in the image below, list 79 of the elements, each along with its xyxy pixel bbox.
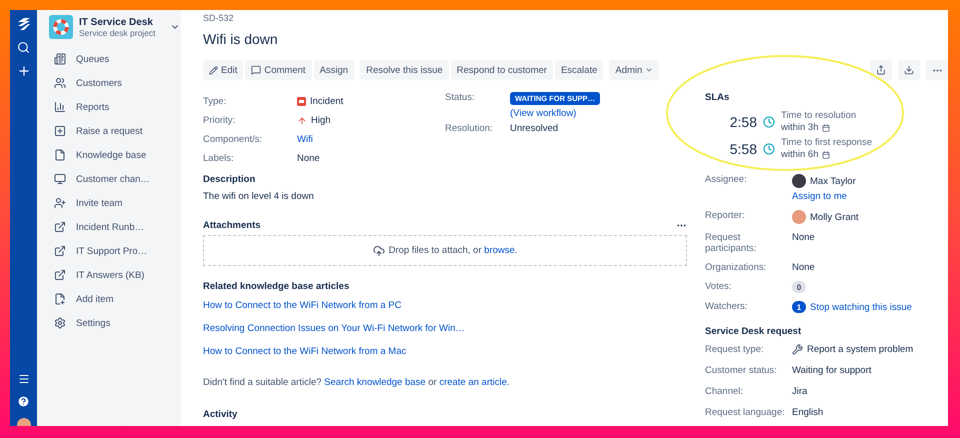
field-value: None: [792, 262, 815, 273]
field-label: Channel:: [705, 386, 744, 397]
description-text: The wifi on level 4 is down: [203, 191, 315, 202]
toolbar-button[interactable]: Assign: [314, 60, 354, 80]
sidebar-item[interactable]: IT Answers (KB): [49, 263, 181, 287]
stop-watching-link[interactable]: Stop watching this issue: [810, 302, 912, 312]
person-name: Max Taylor: [792, 174, 856, 188]
field-label: Request language:: [705, 407, 786, 418]
issue-key[interactable]: SD-532: [203, 13, 234, 23]
section-heading: Related knowledge base articles: [203, 281, 350, 292]
sidebar-item[interactable]: Raise a request: [49, 119, 181, 143]
toolbar-button[interactable]: Respond to customer: [450, 60, 553, 80]
sidebar-item[interactable]: Customers: [49, 71, 181, 95]
suggestion-text: Didn't find a suitable article? Search knowledge base or create an article.: [203, 377, 511, 388]
sla-time: 5:58: [728, 140, 757, 156]
watcher-count: 1: [792, 301, 806, 313]
field-label: Assignee:: [705, 174, 748, 185]
sidebar-item[interactable]: Incident Runb…: [49, 215, 181, 239]
field-value: Unresolved: [510, 123, 558, 134]
field-label: Reporter:: [705, 210, 746, 221]
component-link[interactable]: Wifi: [297, 134, 313, 145]
section-heading: SLAs: [705, 92, 730, 103]
drop-zone[interactable]: Drop files to attach, or browse.: [203, 235, 687, 266]
edit-button[interactable]: Edit: [203, 60, 244, 80]
section-heading: Attachments: [203, 220, 261, 231]
sidebar-item[interactable]: Queues: [49, 47, 181, 71]
field-label: Request participants:: [705, 232, 758, 254]
vote-count: 0: [792, 281, 806, 293]
view-workflow-link[interactable]: (View workflow): [510, 108, 600, 119]
field-label: Type:: [203, 96, 228, 107]
field-label: Resolution:: [445, 123, 494, 134]
sidebar-item[interactable]: Customer chan…: [49, 167, 181, 191]
assign-link[interactable]: Assign to me: [792, 191, 856, 202]
sidebar-item[interactable]: Knowledge base: [49, 143, 181, 167]
create-article-link[interactable]: create an article: [439, 377, 507, 388]
project-type: Service desk project: [79, 28, 156, 38]
sla-time: 2:58: [728, 114, 757, 130]
field-value: Jira: [792, 386, 808, 397]
sla-target: within 3h: [781, 122, 818, 133]
admin-menu-button[interactable]: Admin: [609, 60, 660, 80]
comment-button[interactable]: Comment: [245, 60, 312, 80]
sidebar-item[interactable]: Settings: [49, 311, 181, 335]
field-label: Component/s:: [203, 134, 264, 145]
browse-link[interactable]: browse.: [484, 245, 518, 256]
sidebar-item[interactable]: Invite team: [49, 191, 181, 215]
issue-title: Wifi is down: [203, 31, 278, 47]
field-label: Organizations:: [705, 262, 768, 273]
field-value: Waiting for support: [792, 365, 872, 376]
toolbar-button[interactable]: Resolve this issue: [360, 60, 449, 80]
article-link[interactable]: How to Connect to the WiFi Network from a Mac: [203, 346, 406, 357]
drop-text: Drop files to attach, or browse.: [388, 245, 518, 256]
request-type-value: Report a system problem: [792, 344, 914, 355]
article-link[interactable]: Resolving Connection Issues on Your Wi-Fi Network for Win…: [203, 323, 465, 334]
field-value: None: [297, 153, 320, 164]
sla-name: Time to first response: [781, 137, 872, 148]
field-label: Labels:: [203, 153, 235, 164]
field-label: Customer status:: [705, 365, 778, 376]
field-label: Priority:: [203, 115, 236, 126]
article-link[interactable]: How to Connect to the WiFi Network from a PC: [203, 300, 402, 311]
section-heading: Service Desk request: [705, 326, 802, 337]
issue-type: Incident: [297, 96, 344, 107]
field-label: Request type:: [705, 344, 765, 355]
search-knowledge-link[interactable]: Search knowledge base: [324, 377, 426, 388]
section-heading: Description: [203, 174, 256, 185]
field-label: Votes:: [705, 281, 732, 292]
person-name: Molly Grant: [792, 210, 859, 224]
field-value: English: [792, 407, 824, 418]
section-heading: Activity: [203, 409, 238, 420]
field-label: Status:: [445, 92, 476, 103]
field-value: None: [792, 232, 815, 243]
sidebar-item[interactable]: IT Support Pro…: [49, 239, 181, 263]
project-name: IT Service Desk: [79, 16, 154, 28]
sidebar-item[interactable]: Reports: [49, 95, 181, 119]
sla-name: Time to resolution: [781, 110, 856, 121]
priority-value: High: [297, 115, 331, 126]
sidebar-item[interactable]: Add item: [49, 287, 181, 311]
field-label: Watchers:: [705, 301, 748, 312]
sla-target: within 6h: [781, 149, 818, 160]
toolbar-button[interactable]: Escalate: [554, 60, 604, 80]
